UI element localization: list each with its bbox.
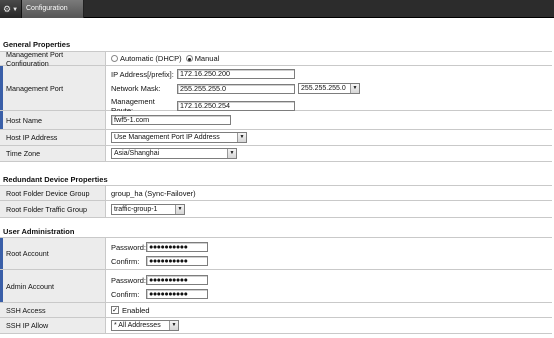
ip-address-input[interactable]: 172.16.250.200	[177, 69, 295, 79]
general-properties-table: Management Port Configuration Automatic …	[0, 50, 552, 162]
ssh-ip-allow-label: SSH IP Allow	[0, 318, 106, 333]
chevron-down-icon: ▼	[12, 7, 19, 13]
host-ip-select[interactable]: Use Management Port IP Address ▼	[111, 132, 247, 143]
ssh-ip-allow-select[interactable]: * All Addresses ▼	[111, 320, 179, 331]
manual-radio[interactable]	[185, 55, 193, 62]
redundant-properties-table: Root Folder Device Group group_ha (Sync-…	[0, 185, 552, 218]
network-mask-select-value: 255.255.255.0	[301, 85, 346, 92]
ssh-access-checkbox[interactable]: ✓	[111, 306, 119, 314]
chevron-down-icon: ▼	[169, 321, 178, 330]
host-ip-select-value: Use Management Port IP Address	[114, 134, 220, 141]
row-root-account: Root Account Password: ●●●●●●●●●● Confir…	[0, 238, 552, 270]
mgmt-port-config-label: Management Port Configuration	[0, 50, 106, 68]
gear-icon: ⚙	[3, 4, 12, 14]
dhcp-radio-label: Automatic (DHCP)	[120, 54, 182, 63]
row-host-name: Host Name fwf5-1.com	[0, 111, 552, 130]
root-account-label: Root Account	[0, 238, 106, 269]
section-title-redundant: Redundant Device Properties	[3, 175, 108, 184]
ssh-access-value: Enabled	[122, 305, 150, 315]
row-mgmt-port-config: Management Port Configuration Automatic …	[0, 50, 552, 68]
row-mgmt-port: Management Port IP Address[/prefix]: 172…	[0, 66, 552, 115]
mgmt-route-input[interactable]: 172.16.250.254	[177, 101, 295, 111]
mgmt-port-label: Management Port	[0, 66, 106, 110]
row-ssh-access: SSH Access ✓ Enabled	[0, 303, 552, 318]
admin-confirm-input[interactable]: ●●●●●●●●●●	[146, 289, 208, 299]
row-ssh-ip-allow: SSH IP Allow * All Addresses ▼	[0, 318, 552, 334]
time-zone-label: Time Zone	[0, 146, 106, 161]
host-name-label: Host Name	[0, 111, 106, 129]
network-mask-input[interactable]: 255.255.255.0	[177, 83, 295, 94]
row-traffic-group: Root Folder Traffic Group traffic-group-…	[0, 201, 552, 218]
chevron-down-icon: ▼	[237, 133, 246, 142]
ip-address-label: IP Address[/prefix]:	[111, 69, 174, 79]
chevron-down-icon: ▼	[227, 149, 236, 158]
chevron-down-icon: ▼	[350, 84, 359, 93]
manual-radio-label: Manual	[194, 54, 220, 63]
row-time-zone: Time Zone Asia/Shanghai ▼	[0, 146, 552, 162]
ssh-access-label: SSH Access	[0, 303, 106, 317]
root-password-input[interactable]: ●●●●●●●●●●	[146, 242, 208, 252]
root-confirm-input[interactable]: ●●●●●●●●●●	[146, 256, 208, 266]
chevron-down-icon: ▼	[175, 204, 184, 214]
row-device-group: Root Folder Device Group group_ha (Sync-…	[0, 186, 552, 201]
section-title-users: User Administration	[3, 227, 75, 236]
admin-password-input[interactable]: ●●●●●●●●●●	[146, 275, 208, 285]
device-group-label: Root Folder Device Group	[0, 186, 106, 200]
tab-configuration[interactable]: Configuration	[22, 0, 84, 18]
admin-confirm-label: Confirm:	[111, 289, 140, 299]
device-group-value: group_ha (Sync-Failover)	[111, 188, 196, 198]
row-host-ip: Host IP Address Use Management Port IP A…	[0, 130, 552, 146]
ssh-ip-allow-select-value: * All Addresses	[114, 322, 161, 329]
traffic-group-select-value: traffic-group-1	[114, 205, 158, 213]
user-admin-table: Root Account Password: ●●●●●●●●●● Confir…	[0, 237, 552, 334]
section-title-general: General Properties	[3, 40, 71, 49]
host-ip-label: Host IP Address	[0, 130, 106, 145]
gear-menu-button[interactable]: ⚙▼	[0, 0, 22, 18]
host-name-input[interactable]: fwf5-1.com	[111, 115, 231, 125]
traffic-group-label: Root Folder Traffic Group	[0, 201, 106, 217]
network-mask-select[interactable]: 255.255.255.0 ▼	[298, 83, 360, 94]
row-admin-account: Admin Account Password: ●●●●●●●●●● Confi…	[0, 270, 552, 303]
admin-account-label: Admin Account	[0, 270, 106, 302]
admin-password-label: Password:	[111, 275, 147, 285]
time-zone-select[interactable]: Asia/Shanghai ▼	[111, 148, 237, 159]
network-mask-label: Network Mask:	[111, 84, 161, 93]
root-confirm-label: Confirm:	[111, 256, 140, 266]
dhcp-radio[interactable]	[111, 55, 118, 62]
top-toolbar: ⚙▼ Configuration	[0, 0, 554, 18]
root-password-label: Password:	[111, 242, 147, 252]
traffic-group-select[interactable]: traffic-group-1 ▼	[111, 203, 185, 215]
time-zone-select-value: Asia/Shanghai	[114, 150, 160, 157]
